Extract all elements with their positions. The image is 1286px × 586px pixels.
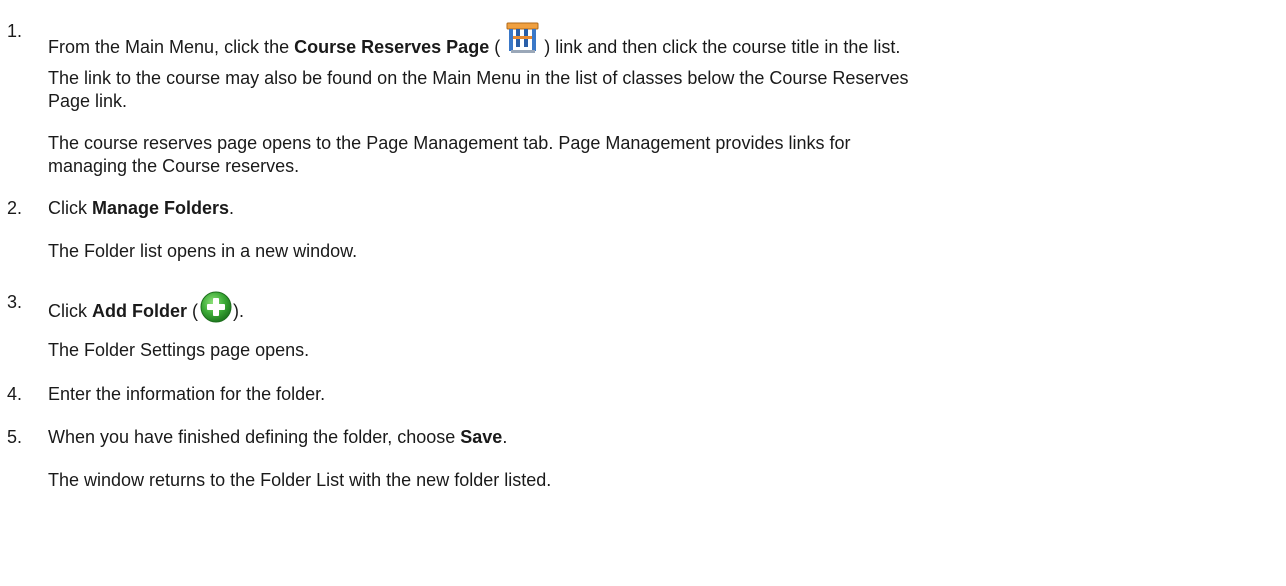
add-folder-icon [200, 291, 232, 323]
step-2-pre: Click [48, 198, 92, 218]
step-number: 2. [7, 198, 23, 218]
step-2-note: The Folder list opens in a new window. [48, 241, 358, 261]
course-reserves-page-icon [506, 22, 539, 53]
step-3-paren-open: ( [187, 301, 198, 321]
step-2-post: . [229, 198, 235, 218]
step-3-note: The Folder Settings page opens. [48, 340, 310, 360]
step-5-post: . [502, 427, 508, 447]
step-number: 5. [7, 427, 23, 447]
save-label: Save [460, 427, 503, 447]
step-number: 1. [7, 21, 23, 41]
step-1-post: ) link and then click the course title i… [544, 37, 901, 57]
step-1-note-2-line-2: managing the Course reserves. [48, 156, 300, 176]
step-5-note: The window returns to the Folder List wi… [48, 470, 552, 490]
step-2-text: Click Manage Folders. [48, 197, 234, 219]
step-1-note-1-line-1: The link to the course may also be found… [48, 68, 909, 88]
step-1-note-1-line-2: Page link. [48, 91, 128, 111]
step-5-text: When you have finished defining the fold… [48, 426, 507, 448]
add-folder-label: Add Folder [92, 301, 187, 321]
step-number: 4. [7, 384, 23, 404]
step-3-pre: Click [48, 301, 92, 321]
step-1-text: From the Main Menu, click the Course Res… [48, 20, 900, 58]
manage-folders-label: Manage Folders [92, 198, 230, 218]
step-1-pre: From the Main Menu, click the [48, 37, 295, 57]
step-3-text: Click Add Folder ( ). [48, 291, 244, 323]
step-1-paren-open: ( [489, 37, 501, 57]
step-5-pre: When you have finished defining the fold… [48, 427, 461, 447]
course-reserves-page-link-label: Course Reserves Page [294, 37, 490, 57]
step-number: 3. [7, 292, 23, 312]
step-3-post: ). [233, 301, 244, 321]
step-4-text: Enter the information for the folder. [48, 384, 326, 404]
step-1-note-2-line-1: The course reserves page opens to the Pa… [48, 133, 851, 153]
